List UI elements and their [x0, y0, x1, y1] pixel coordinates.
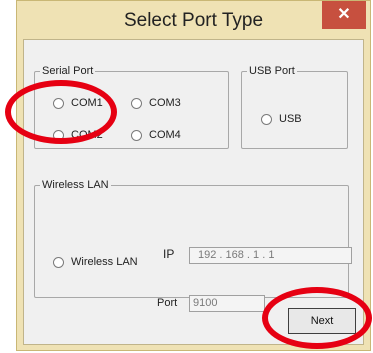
radio-circle-icon [53, 256, 64, 268]
title-bar: Select Port Type ✕ [17, 1, 370, 39]
close-icon: ✕ [337, 6, 351, 23]
radio-com1-label: COM1 [71, 97, 103, 109]
dialog-body: Serial Port COM1 COM3 COM2 COM4 USB Port… [23, 39, 364, 345]
radio-circle-icon [53, 129, 64, 141]
ip-label: IP [163, 247, 175, 261]
radio-com4[interactable]: COM4 [131, 129, 181, 141]
radio-circle-icon [131, 129, 142, 141]
dialog-title: Select Port Type [123, 10, 264, 31]
radio-com1[interactable]: COM1 [53, 97, 103, 109]
select-port-type-dialog: Select Port Type ✕ Serial Port COM1 COM3… [16, 0, 371, 351]
ip-address-field[interactable]: 192 . 168 . 1 . 1 [189, 247, 352, 264]
radio-usb[interactable]: USB [261, 113, 302, 125]
close-button[interactable]: ✕ [322, 1, 366, 29]
wireless-lan-legend: Wireless LAN [42, 179, 109, 191]
port-field[interactable]: 9100 [189, 295, 265, 312]
radio-com2[interactable]: COM2 [53, 129, 103, 141]
next-button[interactable]: Next [288, 308, 356, 334]
usb-port-legend: USB Port [249, 65, 295, 77]
radio-com4-label: COM4 [149, 129, 181, 141]
serial-port-legend: Serial Port [42, 65, 94, 77]
radio-circle-icon [261, 113, 272, 125]
radio-com3[interactable]: COM3 [131, 97, 181, 109]
radio-usb-label: USB [279, 113, 302, 125]
wireless-lan-group: Wireless LAN IP 192 . 168 . 1 . 1 Port 9… [34, 179, 352, 312]
radio-wireless-lan-label: Wireless LAN [71, 256, 138, 268]
port-label: Port [157, 297, 178, 309]
radio-com2-label: COM2 [71, 129, 103, 141]
radio-com3-label: COM3 [149, 97, 181, 109]
radio-wireless-lan[interactable]: Wireless LAN [53, 256, 138, 268]
usb-port-group: USB Port [241, 65, 348, 149]
radio-circle-icon [131, 97, 142, 109]
radio-circle-icon [53, 97, 64, 109]
